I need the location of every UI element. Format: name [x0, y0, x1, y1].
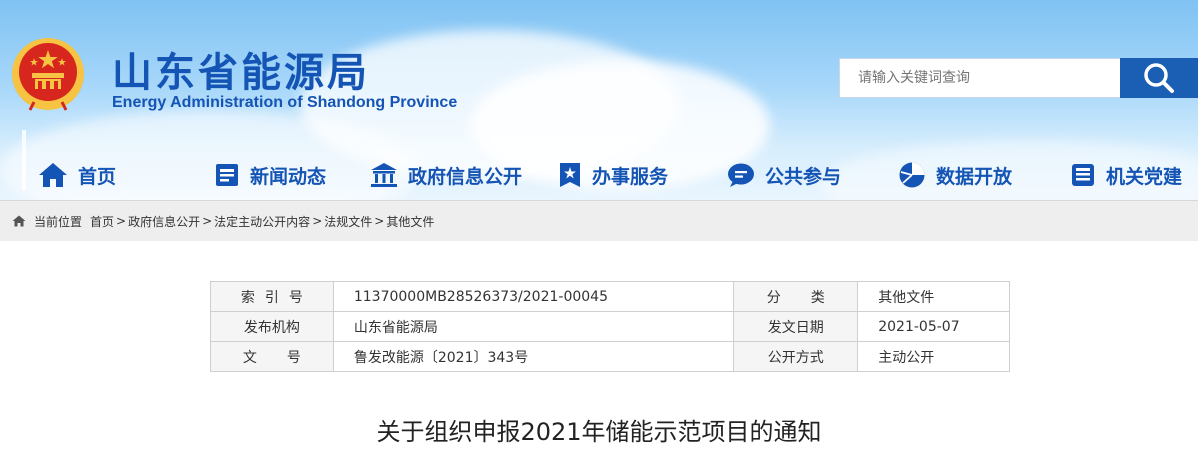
- pie-chart-icon: [899, 162, 925, 188]
- nav-item-label: 新闻动态: [250, 165, 327, 188]
- table-row: 发布机构 山东省能源局 发文日期 2021-05-07: [210, 311, 1010, 342]
- site-subtitle[interactable]: Energy Administration of Shandong Provin…: [112, 94, 457, 112]
- nav-item-participation[interactable]: 公共参与: [727, 150, 841, 200]
- disclosure-value: 主动公开: [857, 341, 1010, 372]
- breadcrumb-home[interactable]: 首页: [90, 213, 114, 230]
- location-home-icon: [12, 215, 26, 227]
- category-label: 分类: [733, 281, 859, 312]
- breadcrumb-other-docs[interactable]: 其他文件: [386, 213, 434, 230]
- breadcrumb-regulations[interactable]: 法规文件: [324, 213, 372, 230]
- party-book-icon: [1072, 164, 1094, 186]
- nav-item-news[interactable]: 新闻动态: [214, 150, 326, 200]
- search-icon: [1144, 63, 1174, 93]
- nav-item-label: 公共参与: [765, 165, 842, 188]
- publisher-value: 山东省能源局: [332, 311, 735, 342]
- service-badge-icon: [560, 163, 580, 187]
- nav-item-label: 办事服务: [592, 165, 669, 188]
- breadcrumb-statutory-content[interactable]: 法定主动公开内容: [214, 213, 310, 230]
- index-value: 11370000MB28526373/2021-00045: [332, 281, 735, 312]
- article-title: 关于组织申报2021年储能示范项目的通知: [376, 418, 822, 446]
- date-label: 发文日期: [733, 311, 859, 342]
- table-row: 文号 鲁发改能源〔2021〕343号 公开方式 主动公开: [210, 341, 1010, 372]
- site-header: 山东省能源局 Energy Administration of Shandong…: [0, 0, 1198, 200]
- breadcrumb-separator: >: [312, 214, 323, 228]
- home-icon: [39, 163, 67, 187]
- nav-item-services[interactable]: 办事服务: [558, 150, 668, 200]
- chat-bubble-icon: [728, 163, 754, 187]
- nav-item-label: 首页: [78, 165, 117, 188]
- date-value: 2021-05-07: [857, 311, 1010, 342]
- publisher-label: 发布机构: [210, 311, 334, 342]
- breadcrumb-separator: >: [374, 214, 385, 228]
- search-button[interactable]: [1120, 58, 1198, 98]
- search-input[interactable]: [839, 58, 1120, 98]
- index-label: 索引号: [210, 281, 334, 312]
- breadcrumb-separator: >: [202, 214, 213, 228]
- nav-item-gov-info[interactable]: 政府信息公开: [370, 150, 522, 200]
- main-nav: 首页 新闻动态 政府信息公开 办事服务 公共参与 数据开放 机关党建: [0, 150, 1198, 200]
- disclosure-label: 公开方式: [733, 341, 859, 372]
- nav-item-home[interactable]: 首页: [38, 150, 116, 200]
- site-title[interactable]: 山东省能源局: [112, 40, 370, 98]
- national-emblem-logo[interactable]: [10, 36, 86, 112]
- nav-item-label: 数据开放: [936, 165, 1013, 188]
- nav-item-label: 政府信息公开: [408, 165, 523, 188]
- nav-item-open-data[interactable]: 数据开放: [898, 150, 1012, 200]
- breadcrumb: 当前位置 首页 > 政府信息公开 > 法定主动公开内容 > 法规文件 > 其他文…: [0, 200, 1198, 241]
- nav-item-label: 机关党建: [1106, 165, 1183, 188]
- document-info-table: 索引号 11370000MB28526373/2021-00045 分类 其他文…: [210, 281, 1010, 372]
- table-row: 索引号 11370000MB28526373/2021-00045 分类 其他文…: [210, 281, 1010, 312]
- breadcrumb-separator: >: [116, 214, 127, 228]
- docno-label: 文号: [210, 341, 334, 372]
- news-icon: [216, 164, 238, 186]
- docno-value: 鲁发改能源〔2021〕343号: [332, 341, 735, 372]
- government-building-icon: [371, 163, 397, 187]
- nav-item-party-building[interactable]: 机关党建: [1070, 150, 1182, 200]
- breadcrumb-gov-info[interactable]: 政府信息公开: [128, 213, 200, 230]
- category-value: 其他文件: [857, 281, 1010, 312]
- breadcrumb-prefix: 当前位置: [34, 214, 83, 229]
